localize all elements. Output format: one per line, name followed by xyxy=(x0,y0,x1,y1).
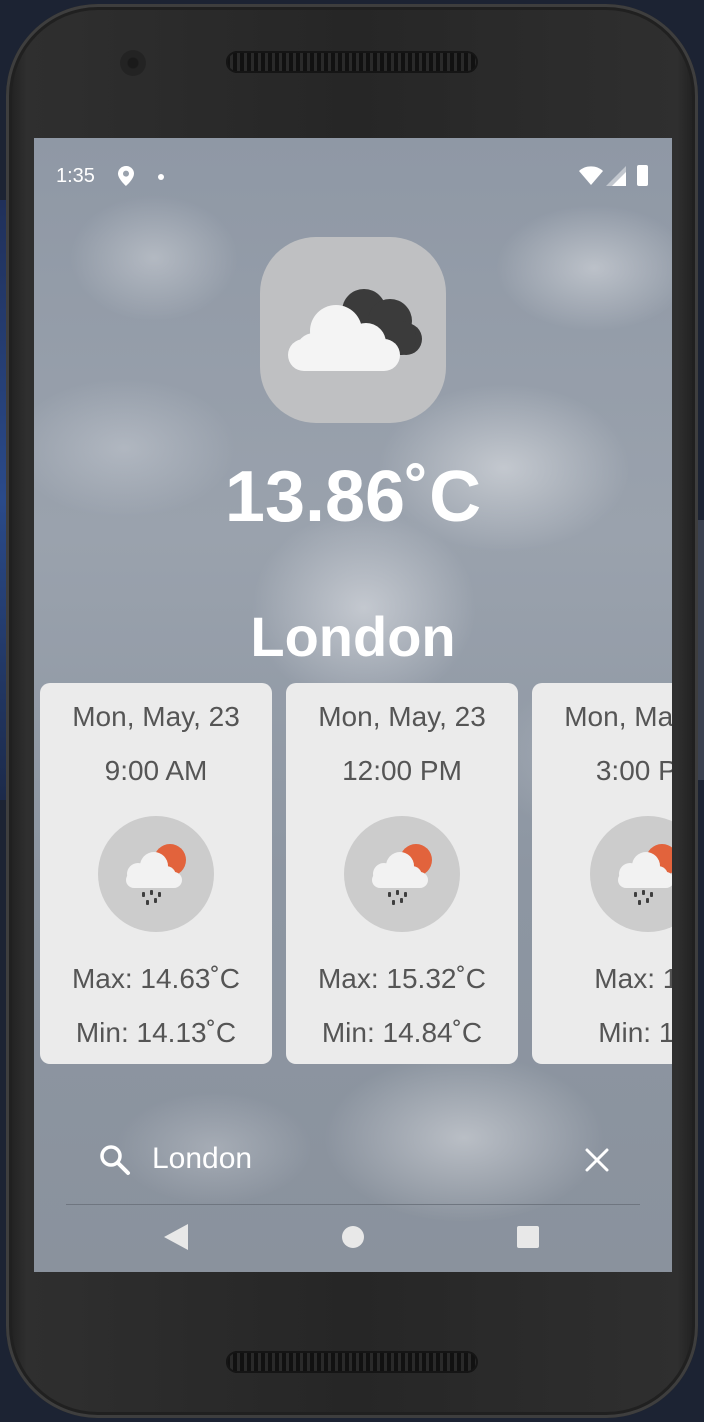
forecast-time: 3:00 PM xyxy=(595,755,672,786)
forecast-max-temp: Max: 15.32˚C xyxy=(317,963,487,994)
forecast-date: Mon, May, 23 xyxy=(564,701,672,732)
rain-sun-icon xyxy=(126,844,186,905)
front-camera xyxy=(120,50,146,76)
navigation-bar xyxy=(34,1210,672,1272)
app-screen: 1:35 13.86˚C London Mon, May, 23 9:00 AM… xyxy=(34,138,672,1272)
home-icon[interactable] xyxy=(342,1226,364,1248)
signal-icon xyxy=(606,166,626,186)
forecast-weather-icon xyxy=(590,816,672,932)
forecast-time: 12:00 PM xyxy=(342,755,462,786)
forecast-max-temp: Max: 15. xyxy=(594,963,672,994)
current-temperature: 13.86˚C xyxy=(224,457,482,537)
forecast-max-temp: Max: 14.63˚C xyxy=(71,963,241,994)
forecast-card[interactable]: Mon, May, 23 12:00 PM Max: 15.32˚C Min: … xyxy=(286,683,518,1064)
desktop-background-right xyxy=(698,520,704,780)
search-input[interactable] xyxy=(152,1137,532,1181)
forecast-date: Mon, May, 23 xyxy=(318,701,486,732)
back-icon[interactable] xyxy=(164,1224,188,1250)
wifi-icon xyxy=(579,166,603,185)
battery-icon xyxy=(637,165,648,186)
forecast-weather-icon xyxy=(98,816,214,932)
forecast-min-temp: Min: 14.84˚C xyxy=(321,1017,483,1048)
status-time: 1:35 xyxy=(56,165,95,187)
search-icon[interactable] xyxy=(98,1143,132,1177)
forecast-time: 9:00 AM xyxy=(104,755,208,786)
forecast-min-temp: Min: 15. xyxy=(598,1017,672,1048)
current-weather-icon xyxy=(260,237,446,423)
notification-dot-icon xyxy=(158,174,164,180)
search-underline xyxy=(66,1204,640,1205)
forecast-weather-icon xyxy=(344,816,460,932)
city-name: London xyxy=(250,605,456,668)
rain-sun-icon xyxy=(618,844,672,905)
bottom-speaker xyxy=(226,1351,478,1373)
location-icon xyxy=(118,166,134,186)
status-bar: 1:35 xyxy=(34,138,672,216)
forecast-min-temp: Min: 14.13˚C xyxy=(75,1017,237,1048)
top-speaker xyxy=(226,51,478,73)
cloudy-icon xyxy=(288,289,422,371)
rain-sun-icon xyxy=(372,844,432,905)
forecast-date: Mon, May, 23 xyxy=(72,701,240,732)
recents-icon[interactable] xyxy=(517,1226,539,1248)
search-bar[interactable] xyxy=(66,1123,640,1205)
forecast-card[interactable]: Mon, May, 23 9:00 AM Max: 14.63˚C Min: 1… xyxy=(40,683,272,1064)
forecast-list[interactable]: Mon, May, 23 9:00 AM Max: 14.63˚C Min: 1… xyxy=(40,683,672,1065)
forecast-card[interactable]: Mon, May, 23 3:00 PM Max: 15. xyxy=(532,683,672,1064)
close-icon[interactable] xyxy=(582,1145,612,1175)
